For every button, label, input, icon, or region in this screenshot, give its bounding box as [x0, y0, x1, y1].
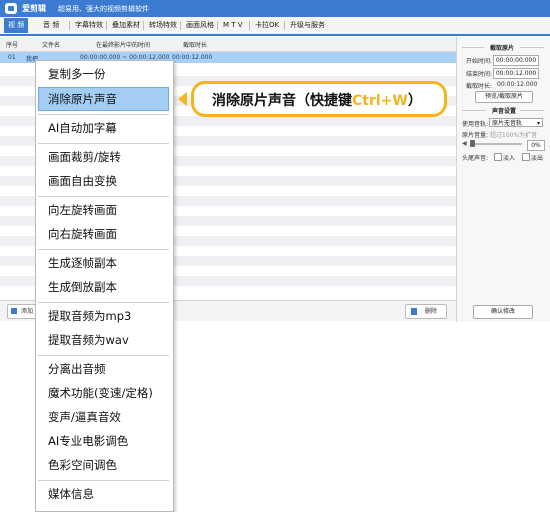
- menu-separator: [38, 114, 169, 115]
- menu-item-extract-wav[interactable]: 提取音频为wav: [48, 332, 129, 348]
- fade-out-label: 淡出: [531, 155, 544, 162]
- trash-icon: [411, 308, 417, 315]
- row-index: 01: [8, 54, 16, 61]
- menu-item-crop-rotate[interactable]: 画面裁剪/旋转: [48, 149, 121, 165]
- callout-shortcut: Ctrl+W: [352, 93, 408, 109]
- tab-upgrade[interactable]: 升级与服务: [286, 18, 329, 33]
- delete-label: 删除: [425, 308, 438, 315]
- menu-item-ai-color-grading[interactable]: AI专业电影调色: [48, 433, 128, 449]
- tab-separator: [106, 21, 107, 30]
- app-name: 爱剪辑: [22, 4, 46, 13]
- right-panel: [456, 37, 550, 322]
- start-time-label: 开始时间:: [466, 58, 493, 65]
- tab-mtv[interactable]: M T V: [219, 18, 247, 33]
- audio-track-label: 使用音轨:: [462, 121, 489, 128]
- divider: [462, 110, 486, 111]
- tab-separator: [217, 21, 218, 30]
- menu-separator: [38, 143, 169, 144]
- tab-transitions[interactable]: 转场特效: [145, 18, 181, 33]
- menu-item-ai-subtitles[interactable]: AI自动加字幕: [48, 120, 117, 136]
- tab-separator: [69, 21, 70, 30]
- tab-separator: [143, 21, 144, 30]
- callout-close: ）: [407, 93, 422, 109]
- menu-item-rotate-left[interactable]: 向左旋转画面: [48, 202, 117, 218]
- menu-item-remove-audio[interactable]: 消除原片声音: [48, 91, 117, 107]
- menu-item-duplicate[interactable]: 复制多一份: [48, 66, 106, 82]
- preview-clip-button[interactable]: 预览/截取原片: [475, 91, 533, 103]
- menu-item-rotate-right[interactable]: 向右旋转画面: [48, 226, 117, 242]
- clip-section-title: 截取原片: [490, 45, 515, 52]
- fade-in-label: 淡入: [503, 155, 516, 162]
- callout-main: 消除原片声音（快捷键: [212, 93, 352, 109]
- menu-item-reverse-copy[interactable]: 生成倒放副本: [48, 279, 117, 295]
- add-label: 添加: [21, 308, 34, 315]
- start-time-field[interactable]: 00:00:00.000: [493, 55, 539, 66]
- duration-label: 截取时长:: [466, 83, 493, 90]
- tab-karaoke[interactable]: 卡拉OK: [251, 18, 283, 33]
- end-time-field[interactable]: 00:00:12.000: [493, 68, 539, 79]
- fade-out-checkbox[interactable]: [522, 153, 530, 161]
- callout-text: 消除原片声音（快捷键Ctrl+W）: [212, 90, 422, 110]
- menu-item-magic-functions[interactable]: 魔术功能(变速/定格): [48, 385, 153, 401]
- menu-separator: [38, 249, 169, 250]
- divider: [520, 110, 544, 111]
- column-duration: 截取时长: [183, 42, 208, 49]
- duration-value: 00:00:12.000: [497, 81, 538, 88]
- volume-slider[interactable]: [470, 143, 522, 145]
- fade-label: 头尾声音:: [462, 155, 489, 162]
- confirm-button[interactable]: 确认修改: [473, 305, 533, 319]
- speaker-icon: ◀: [462, 140, 467, 147]
- divider: [520, 47, 544, 48]
- volume-slider-handle[interactable]: [470, 140, 475, 147]
- divider: [462, 47, 484, 48]
- end-time-label: 结束时间:: [466, 71, 493, 78]
- menu-item-free-transform[interactable]: 画面自由变换: [48, 173, 117, 189]
- tab-audio[interactable]: 音 频: [39, 18, 63, 33]
- volume-field[interactable]: 0%: [527, 140, 545, 151]
- tab-video[interactable]: 视 频: [4, 18, 29, 33]
- tab-overlay[interactable]: 叠加素材: [108, 18, 144, 33]
- tab-subtitle-effects[interactable]: 字幕特效: [71, 18, 107, 33]
- fade-in-checkbox[interactable]: [494, 153, 502, 161]
- column-index: 序号: [6, 42, 19, 49]
- audio-track-select[interactable]: 原片无音轨: [489, 118, 543, 128]
- menu-separator: [38, 196, 169, 197]
- column-time: 在最终影片中的时间: [96, 42, 151, 49]
- volume-hint: 超过100%为扩音: [490, 132, 538, 139]
- column-filename: 文件名: [42, 42, 61, 49]
- tab-separator: [284, 21, 285, 30]
- add-icon: [11, 308, 17, 314]
- menu-separator: [38, 302, 169, 303]
- menu-item-voice-effects[interactable]: 变声/逼真音效: [48, 409, 121, 425]
- menu-separator: [38, 355, 169, 356]
- app-logo-icon: [5, 3, 17, 14]
- tab-styles[interactable]: 画面风格: [182, 18, 218, 33]
- row-duration: 00:00:12.000: [172, 54, 213, 61]
- menu-item-frame-copy[interactable]: 生成逐帧副本: [48, 255, 117, 271]
- delete-button[interactable]: 删除: [405, 304, 447, 319]
- callout-arrow: [178, 92, 187, 106]
- volume-label: 原片音量:: [462, 132, 489, 139]
- menu-item-separate-audio[interactable]: 分离出音频: [48, 361, 106, 377]
- table-header: [0, 37, 456, 52]
- menu-item-color-space[interactable]: 色彩空间调色: [48, 457, 117, 473]
- audio-section-title: 声音设置: [492, 108, 517, 115]
- menu-separator: [38, 480, 169, 481]
- menu-item-extract-mp3[interactable]: 提取音频为mp3: [48, 308, 131, 324]
- tab-separator: [249, 21, 250, 30]
- app-slogan: 超易用、强大的视频剪辑软件: [58, 5, 149, 13]
- tab-separator: [180, 21, 181, 30]
- menu-item-media-info[interactable]: 媒体信息: [48, 486, 94, 502]
